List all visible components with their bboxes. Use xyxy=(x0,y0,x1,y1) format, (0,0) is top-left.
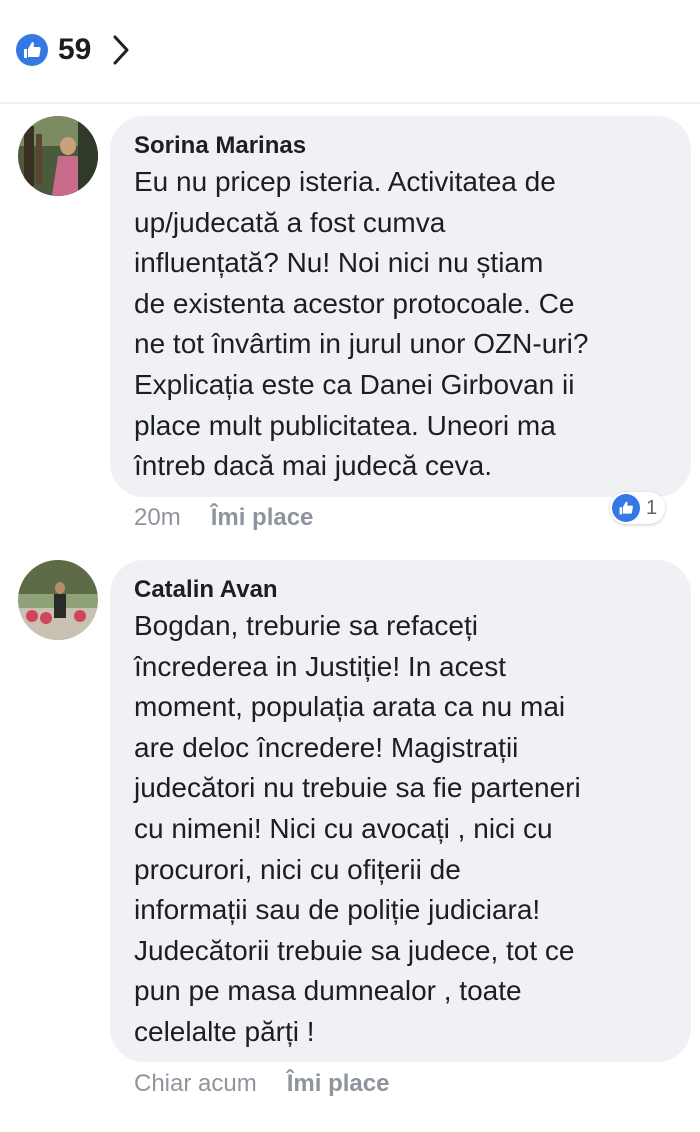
comment-bubble: Sorina Marinas Eu nu pricep isteria. Act… xyxy=(110,116,691,497)
comment-author[interactable]: Sorina Marinas xyxy=(134,130,667,162)
chevron-right-icon[interactable] xyxy=(111,32,135,68)
like-link[interactable]: Îmi place xyxy=(211,504,314,532)
like-thumb-icon xyxy=(16,34,48,66)
comment-author[interactable]: Catalin Avan xyxy=(134,574,667,606)
avatar[interactable] xyxy=(18,116,98,196)
comment-meta: Chiar acum Îmi place xyxy=(134,1070,389,1098)
divider xyxy=(0,102,700,104)
like-link[interactable]: Îmi place xyxy=(287,1070,390,1098)
avatar[interactable] xyxy=(18,560,98,640)
comments-screen: 59 Sorina Marinas Eu nu pricep isteria. … xyxy=(0,0,700,1132)
comment-reaction[interactable]: 1 xyxy=(610,492,666,524)
comment-meta: 20m Îmi place xyxy=(134,504,313,532)
comment-text: Bogdan, treburie sa refaceți încrederea … xyxy=(134,610,581,1047)
reaction-count: 1 xyxy=(646,496,658,519)
comment-time: Chiar acum xyxy=(134,1070,257,1097)
reaction-count: 59 xyxy=(58,33,92,66)
comment-bubble: Catalin Avan Bogdan, treburie sa refaceț… xyxy=(110,560,691,1062)
reaction-summary[interactable]: 59 xyxy=(16,30,135,70)
like-thumb-icon xyxy=(612,494,640,522)
comment-text: Eu nu pricep isteria. Activitatea de up/… xyxy=(134,166,589,482)
comment-time: 20m xyxy=(134,504,181,531)
